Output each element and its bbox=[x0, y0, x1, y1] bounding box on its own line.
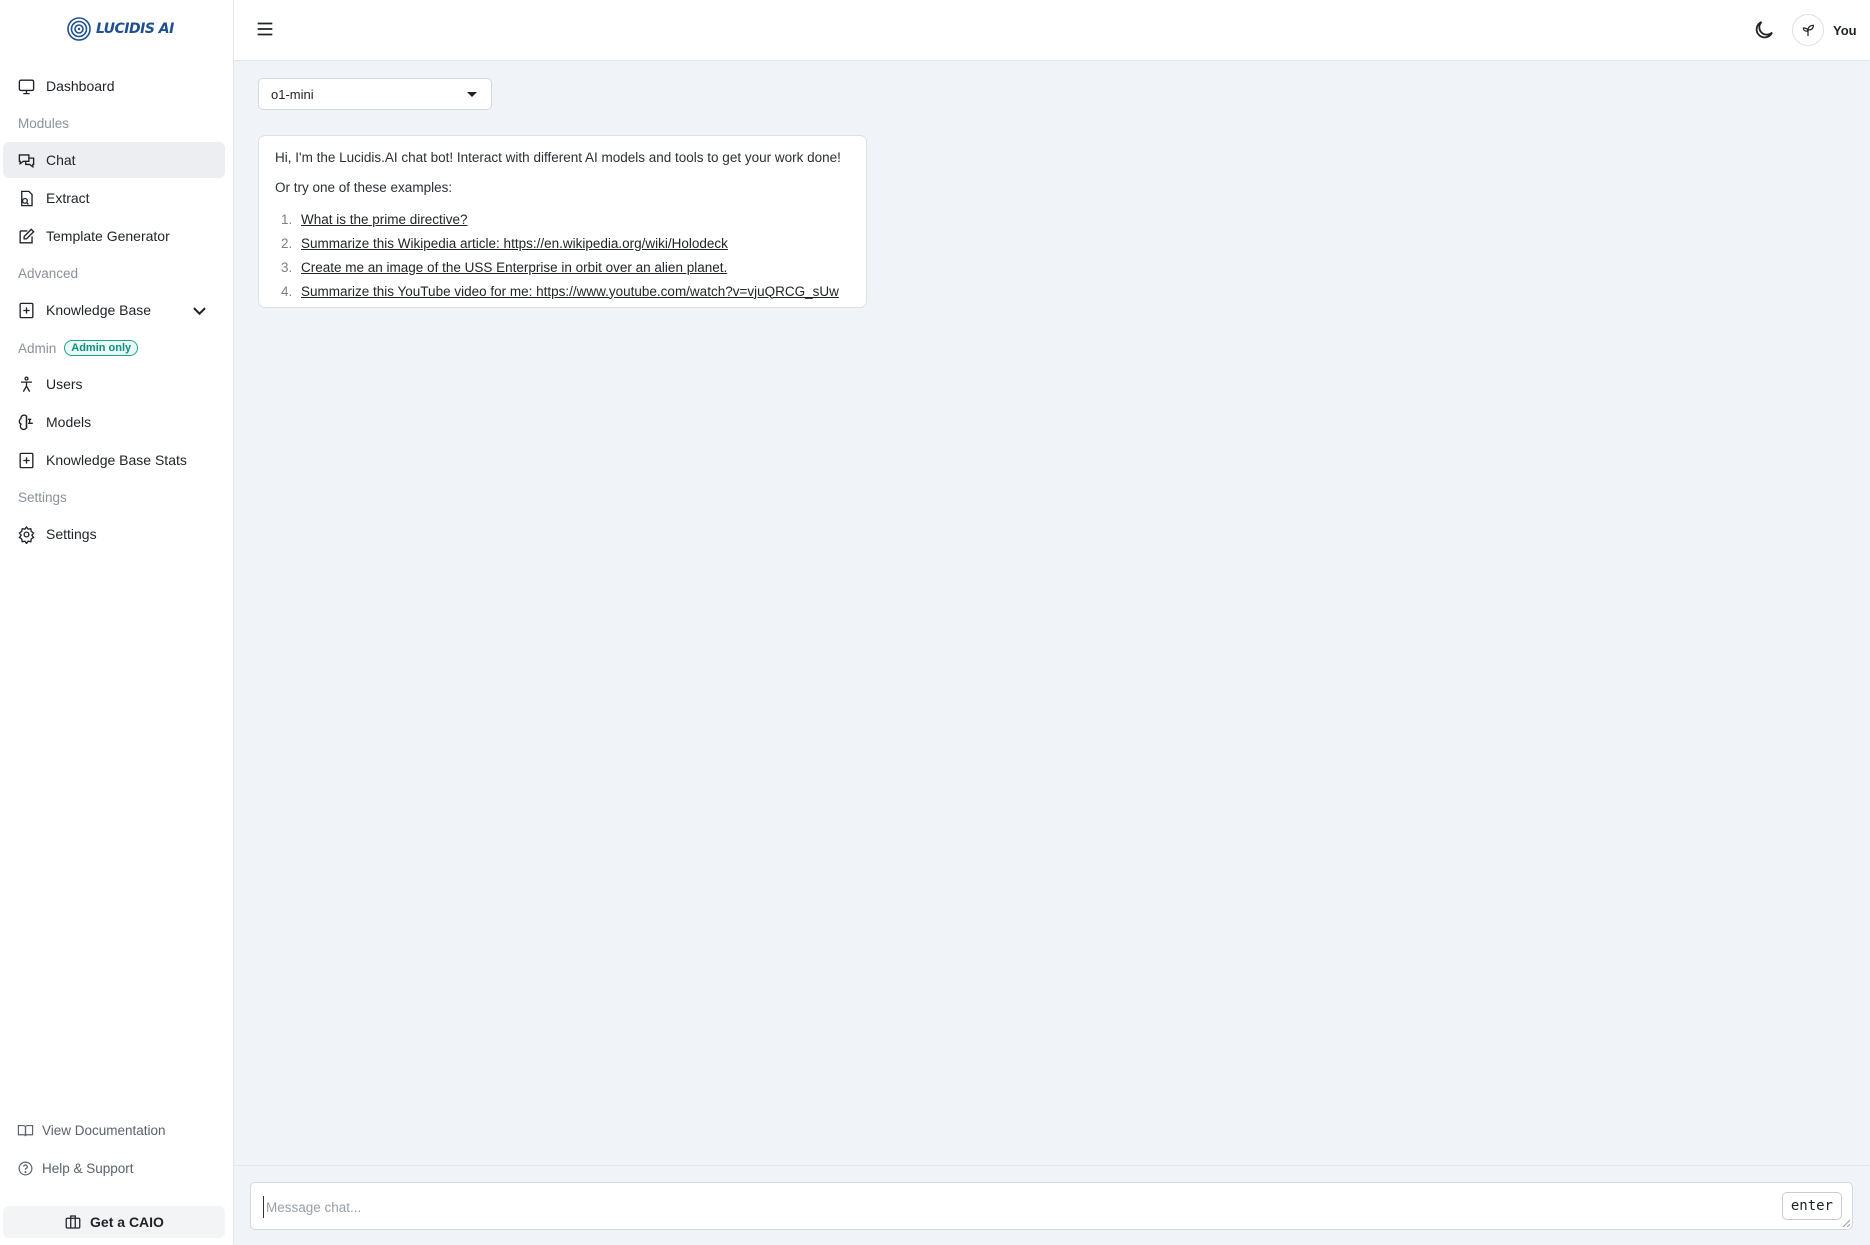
example-link-2[interactable]: Summarize this Wikipedia article: https:… bbox=[301, 236, 728, 251]
section-label: Admin bbox=[18, 340, 57, 356]
book-plus-icon bbox=[19, 452, 34, 468]
user-name: You bbox=[1833, 22, 1857, 38]
gear-icon bbox=[18, 525, 35, 544]
top-header: You bbox=[234, 0, 1870, 61]
sprout-icon bbox=[1802, 24, 1814, 36]
list-number: 3. bbox=[281, 259, 293, 275]
brand-logo-text: LUCIDIS AI bbox=[96, 21, 174, 37]
avatar[interactable] bbox=[1792, 14, 1824, 46]
get-a-caio-button[interactable]: Get a CAIO bbox=[3, 1206, 225, 1238]
list-item: 2. Summarize this Wikipedia article: htt… bbox=[275, 231, 850, 255]
model-select-value: o1-mini bbox=[271, 86, 314, 102]
chevron-down-icon[interactable] bbox=[190, 301, 209, 320]
view-documentation-label: View Documentation bbox=[42, 1123, 166, 1138]
sidebar-item-knowledge-base-stats[interactable]: Knowledge Base Stats bbox=[3, 442, 225, 478]
list-item: 3. Create me an image of the USS Enterpr… bbox=[275, 255, 850, 279]
list-number: 1. bbox=[281, 211, 293, 227]
welcome-message-card: Hi, I'm the Lucidis.AI chat bot! Interac… bbox=[258, 135, 867, 308]
resize-handle-icon[interactable] bbox=[1842, 1219, 1850, 1227]
section-modules: Modules bbox=[18, 116, 69, 131]
get-a-caio-label: Get a CAIO bbox=[90, 1214, 164, 1230]
example-link-3[interactable]: Create me an image of the USS Enterprise… bbox=[301, 260, 727, 275]
open-book-icon bbox=[17, 1124, 34, 1137]
help-circle-icon bbox=[18, 1161, 33, 1176]
example-link-1[interactable]: What is the prime directive? bbox=[301, 212, 468, 227]
examples-list: 1. What is the prime directive? 2. Summa… bbox=[275, 207, 850, 303]
sidebar-item-users[interactable]: Users bbox=[3, 366, 225, 402]
chat-bubbles-icon bbox=[18, 153, 35, 168]
sidebar-item-label: Settings bbox=[46, 526, 97, 542]
sidebar-item-label: Users bbox=[46, 376, 83, 392]
monitor-icon bbox=[18, 78, 35, 94]
admin-only-badge: Admin only bbox=[64, 340, 139, 356]
list-item: 4. Summarize this YouTube video for me: … bbox=[275, 279, 850, 303]
sidebar-item-label: Template Generator bbox=[46, 228, 170, 244]
sidebar-item-label: Knowledge Base Stats bbox=[46, 452, 187, 468]
list-number: 4. bbox=[281, 283, 293, 299]
book-plus-icon bbox=[19, 302, 34, 318]
model-select[interactable]: o1-mini bbox=[258, 78, 492, 110]
help-support-link[interactable]: Help & Support bbox=[17, 1160, 134, 1177]
section-label: Advanced bbox=[18, 266, 79, 281]
briefcase-icon bbox=[65, 1215, 81, 1229]
list-item: 1. What is the prime directive? bbox=[275, 207, 850, 231]
fingerprint-logo-icon bbox=[67, 17, 91, 41]
sidebar-item-chat[interactable]: Chat bbox=[3, 142, 225, 178]
sidebar-item-label: Extract bbox=[46, 190, 90, 206]
sidebar-item-label: Chat bbox=[46, 152, 76, 168]
enter-button[interactable]: enter bbox=[1781, 1192, 1842, 1220]
section-settings: Settings bbox=[18, 490, 67, 505]
sidebar-item-label: Models bbox=[46, 414, 92, 430]
sidebar-item-settings[interactable]: Settings bbox=[3, 516, 225, 552]
sidebar-item-extract[interactable]: Extract bbox=[3, 180, 225, 216]
message-input[interactable] bbox=[263, 1196, 1723, 1218]
examples-heading: Or try one of these examples: bbox=[275, 180, 453, 195]
sidebar-item-label: Knowledge Base bbox=[46, 302, 152, 318]
caret-down-icon bbox=[467, 91, 477, 97]
person-icon bbox=[20, 375, 33, 392]
example-link-4[interactable]: Summarize this YouTube video for me: htt… bbox=[301, 284, 839, 299]
message-composer: enter bbox=[250, 1182, 1853, 1230]
welcome-intro-text: Hi, I'm the Lucidis.AI chat bot! Interac… bbox=[275, 150, 841, 165]
user-menu[interactable]: You bbox=[1792, 14, 1857, 46]
hamburger-menu-icon[interactable] bbox=[254, 18, 276, 40]
brand-logo[interactable]: LUCIDIS AI bbox=[66, 14, 174, 44]
sidebar-item-dashboard[interactable]: Dashboard bbox=[3, 68, 225, 104]
section-admin: Admin Admin only bbox=[18, 340, 139, 356]
sidebar-item-knowledge-base[interactable]: Knowledge Base bbox=[3, 292, 225, 328]
edit-icon bbox=[19, 227, 35, 244]
list-number: 2. bbox=[281, 235, 293, 251]
sidebar-item-label: Dashboard bbox=[46, 78, 115, 94]
sidebar-item-models[interactable]: Models bbox=[3, 404, 225, 440]
moon-icon[interactable] bbox=[1752, 18, 1776, 42]
section-label: Modules bbox=[18, 116, 70, 131]
help-support-label: Help & Support bbox=[42, 1161, 134, 1176]
sidebar-item-template-generator[interactable]: Template Generator bbox=[3, 218, 225, 254]
file-search-icon bbox=[21, 190, 33, 206]
view-documentation-link[interactable]: View Documentation bbox=[17, 1122, 166, 1139]
sidebar: LUCIDIS AI Dashboard Modules Chat Extrac… bbox=[0, 0, 234, 1245]
section-advanced: Advanced bbox=[18, 266, 78, 281]
section-label: Settings bbox=[18, 490, 67, 505]
brain-icon bbox=[18, 413, 33, 430]
